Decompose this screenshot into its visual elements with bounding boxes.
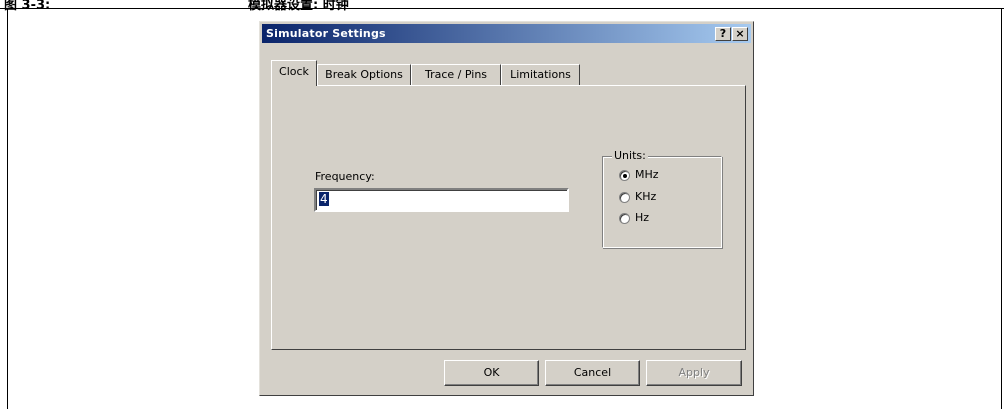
- units-option-hz[interactable]: Hz: [619, 211, 649, 224]
- frequency-value: 4: [319, 192, 329, 206]
- tab-limitations[interactable]: Limitations: [501, 64, 580, 85]
- help-button[interactable]: ?: [715, 27, 731, 41]
- tab-clock[interactable]: Clock: [271, 60, 317, 86]
- frequency-input[interactable]: 4: [314, 188, 569, 212]
- apply-button[interactable]: Apply: [646, 360, 742, 386]
- tab-trace-pins[interactable]: Trace / Pins: [411, 64, 501, 85]
- title-bar[interactable]: Simulator Settings ? ×: [262, 24, 751, 43]
- units-option-label: MHz: [635, 168, 659, 181]
- units-legend: Units:: [612, 149, 648, 162]
- clock-tab-panel: Frequency: 4 Units: MHz KHz Hz: [271, 85, 746, 350]
- close-button[interactable]: ×: [732, 27, 748, 41]
- units-option-label: KHz: [635, 190, 657, 203]
- radio-checked-icon[interactable]: [619, 169, 630, 181]
- figure-caption: 图 3-3: 模拟器设置: 时钟: [0, 0, 1004, 13]
- units-option-mhz[interactable]: MHz: [619, 168, 659, 181]
- radio-unchecked-icon[interactable]: [619, 212, 630, 224]
- units-option-khz[interactable]: KHz: [619, 190, 656, 203]
- simulator-settings-dialog: Simulator Settings ? × Clock Break Optio…: [259, 21, 754, 396]
- radio-unchecked-icon[interactable]: [619, 191, 630, 203]
- tab-break-options[interactable]: Break Options: [317, 64, 411, 85]
- dialog-title: Simulator Settings: [266, 27, 386, 40]
- ok-button[interactable]: OK: [444, 360, 539, 386]
- cancel-button[interactable]: Cancel: [545, 360, 640, 386]
- units-option-label: Hz: [635, 211, 650, 224]
- frequency-label: Frequency:: [315, 170, 375, 183]
- apply-label: Apply: [678, 366, 710, 379]
